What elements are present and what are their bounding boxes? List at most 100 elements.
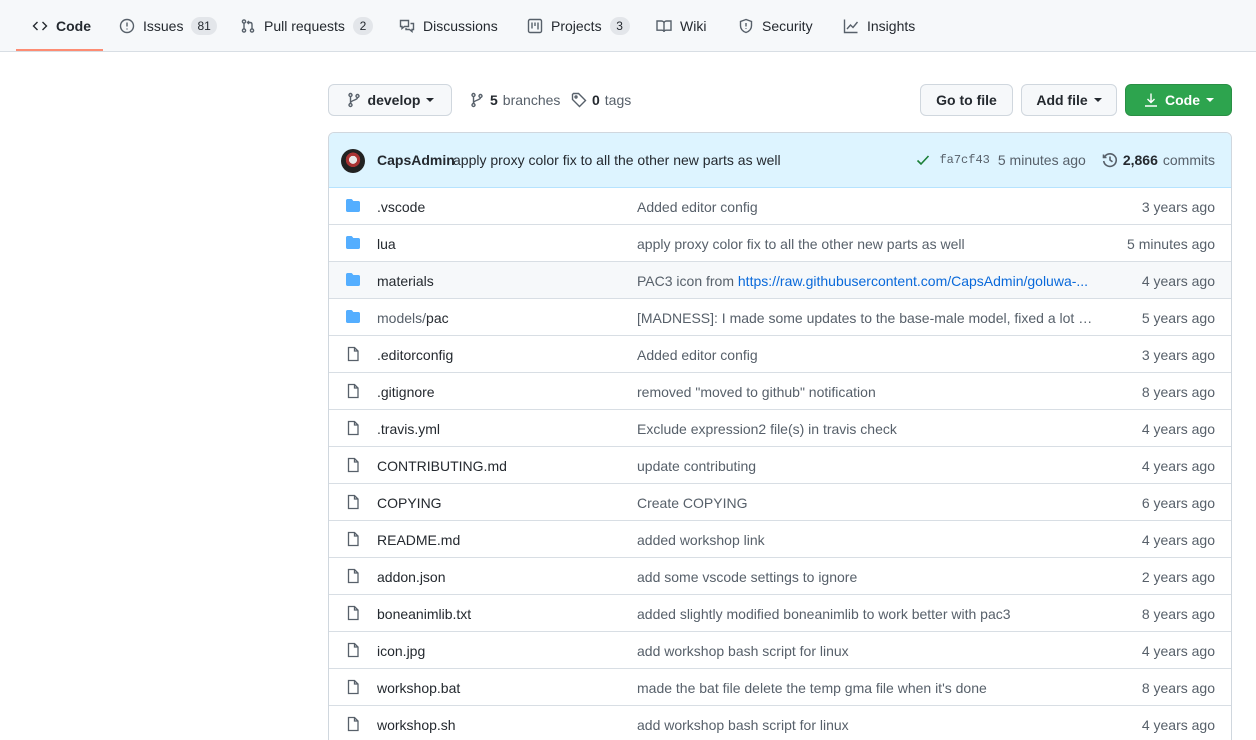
file-name[interactable]: boneanimlib.txt xyxy=(377,606,471,622)
file-icon xyxy=(347,346,359,362)
tab-code-label: Code xyxy=(56,18,91,34)
projects-icon xyxy=(527,18,543,34)
file-commit-message[interactable]: Added editor config xyxy=(637,199,1099,215)
discussions-icon xyxy=(399,19,415,33)
file-name[interactable]: .travis.yml xyxy=(377,421,440,437)
commits-count: 2,866 xyxy=(1122,152,1158,168)
active-tab-indicator xyxy=(16,49,103,51)
code-button-label: Code xyxy=(1165,92,1200,108)
file-row[interactable]: workshop.bat made the bat file delete th… xyxy=(329,668,1231,705)
file-commit-message[interactable]: [MADNESS]: I made some updates to the ba… xyxy=(637,310,1099,326)
file-row[interactable]: COPYING Create COPYING 6 years ago xyxy=(329,483,1231,520)
file-row[interactable]: workshop.sh add workshop bash script for… xyxy=(329,705,1231,740)
tab-discussions[interactable]: Discussions xyxy=(399,0,498,52)
file-commit-message[interactable]: removed "moved to github" notification xyxy=(637,384,1099,400)
shield-icon xyxy=(739,18,753,34)
file-name[interactable]: icon.jpg xyxy=(377,643,425,659)
file-name[interactable]: materials xyxy=(377,273,434,289)
file-commit-message[interactable]: Added editor config xyxy=(637,347,1099,363)
go-to-file-button[interactable]: Go to file xyxy=(920,84,1013,116)
commit-message-link[interactable]: https://raw.githubusercontent.com/CapsAd… xyxy=(738,273,1088,289)
tags-label: tags xyxy=(604,92,632,108)
file-commit-message[interactable]: add some vscode settings to ignore xyxy=(637,569,1099,585)
file-age: 8 years ago xyxy=(1141,606,1215,622)
add-file-label: Add file xyxy=(1036,92,1088,108)
graph-icon xyxy=(843,19,859,34)
tab-insights[interactable]: Insights xyxy=(843,0,915,52)
tab-pull-requests[interactable]: Pull requests 2 xyxy=(240,0,373,52)
tab-wiki-label: Wiki xyxy=(680,18,707,34)
commits-history-link[interactable]: 2,866 commits xyxy=(1102,152,1215,168)
file-name[interactable]: COPYING xyxy=(377,495,442,511)
branch-icon xyxy=(471,92,483,108)
commit-author[interactable]: CapsAdmin xyxy=(377,152,455,168)
commit-sha[interactable]: fa7cf43 xyxy=(939,153,989,167)
file-commit-message[interactable]: added slightly modified boneanimlib to w… xyxy=(637,606,1099,622)
file-row[interactable]: .travis.yml Exclude expression2 file(s) … xyxy=(329,409,1231,446)
file-commit-message[interactable]: PAC3 icon from https://raw.githubusercon… xyxy=(637,273,1099,289)
file-commit-message[interactable]: add workshop bash script for linux xyxy=(637,717,1099,733)
branch-name: develop xyxy=(367,92,421,108)
file-row[interactable]: README.md added workshop link 4 years ag… xyxy=(329,520,1231,557)
file-name[interactable]: addon.json xyxy=(377,569,446,585)
file-age: 4 years ago xyxy=(1141,532,1215,548)
file-row[interactable]: CONTRIBUTING.md update contributing 4 ye… xyxy=(329,446,1231,483)
commit-message[interactable]: apply proxy color fix to all the other n… xyxy=(453,152,781,168)
file-row[interactable]: .editorconfig Added editor config 3 year… xyxy=(329,335,1231,372)
commit-time[interactable]: 5 minutes ago xyxy=(998,152,1086,168)
file-age: 4 years ago xyxy=(1141,717,1215,733)
file-name[interactable]: lua xyxy=(377,236,396,252)
file-name[interactable]: .vscode xyxy=(377,199,425,215)
file-icon xyxy=(347,679,359,695)
tab-wiki[interactable]: Wiki xyxy=(656,0,706,52)
file-age: 2 years ago xyxy=(1141,569,1215,585)
file-icon xyxy=(347,494,359,510)
file-name-text: pac xyxy=(426,310,449,326)
file-commit-message[interactable]: made the bat file delete the temp gma fi… xyxy=(637,680,1099,696)
tags-link[interactable]: 0 tags xyxy=(571,89,631,111)
file-age: 5 years ago xyxy=(1141,310,1215,326)
file-name[interactable]: .editorconfig xyxy=(377,347,453,363)
file-name[interactable]: workshop.sh xyxy=(377,717,456,733)
file-row[interactable]: models/pac [MADNESS]: I made some update… xyxy=(329,298,1231,335)
file-row[interactable]: icon.jpg add workshop bash script for li… xyxy=(329,631,1231,668)
file-commit-message[interactable]: added workshop link xyxy=(637,532,1099,548)
file-name[interactable]: workshop.bat xyxy=(377,680,460,696)
file-commit-message[interactable]: Exclude expression2 file(s) in travis ch… xyxy=(637,421,1099,437)
file-row[interactable]: materials PAC3 icon from https://raw.git… xyxy=(329,261,1231,298)
code-download-button[interactable]: Code xyxy=(1125,84,1232,116)
file-name[interactable]: .gitignore xyxy=(377,384,435,400)
chevron-down-icon xyxy=(1093,98,1102,102)
tab-issues[interactable]: Issues 81 xyxy=(119,0,217,52)
download-icon xyxy=(1145,93,1157,107)
file-name[interactable]: models/pac xyxy=(377,310,449,326)
branch-select-button[interactable]: develop xyxy=(328,84,452,116)
tab-projects[interactable]: Projects 3 xyxy=(527,0,630,52)
history-icon xyxy=(1102,153,1117,168)
file-commit-message[interactable]: Create COPYING xyxy=(637,495,1099,511)
file-browser: CapsAdmin apply proxy color fix to all t… xyxy=(328,132,1232,740)
file-icon xyxy=(347,383,359,399)
folder-icon xyxy=(346,310,360,323)
file-icon xyxy=(347,531,359,547)
file-row[interactable]: .vscode Added editor config 3 years ago xyxy=(329,188,1231,224)
file-name[interactable]: README.md xyxy=(377,532,460,548)
file-row[interactable]: boneanimlib.txt added slightly modified … xyxy=(329,594,1231,631)
avatar[interactable] xyxy=(341,149,365,173)
file-name-text: materials xyxy=(377,273,434,289)
file-commit-message[interactable]: update contributing xyxy=(637,458,1099,474)
tab-code[interactable]: Code xyxy=(32,0,91,52)
add-file-button[interactable]: Add file xyxy=(1021,84,1117,116)
branches-link[interactable]: 5 branches xyxy=(469,89,560,111)
file-name[interactable]: CONTRIBUTING.md xyxy=(377,458,507,474)
file-age: 8 years ago xyxy=(1141,680,1215,696)
tag-icon xyxy=(571,92,587,108)
file-row[interactable]: .gitignore removed "moved to github" not… xyxy=(329,372,1231,409)
file-row[interactable]: addon.json add some vscode settings to i… xyxy=(329,557,1231,594)
tab-security[interactable]: Security xyxy=(738,0,813,52)
file-commit-message[interactable]: apply proxy color fix to all the other n… xyxy=(637,236,1099,252)
file-commit-message[interactable]: add workshop bash script for linux xyxy=(637,643,1099,659)
file-row[interactable]: lua apply proxy color fix to all the oth… xyxy=(329,224,1231,261)
commits-label: commits xyxy=(1162,152,1215,168)
folder-icon xyxy=(346,199,360,212)
